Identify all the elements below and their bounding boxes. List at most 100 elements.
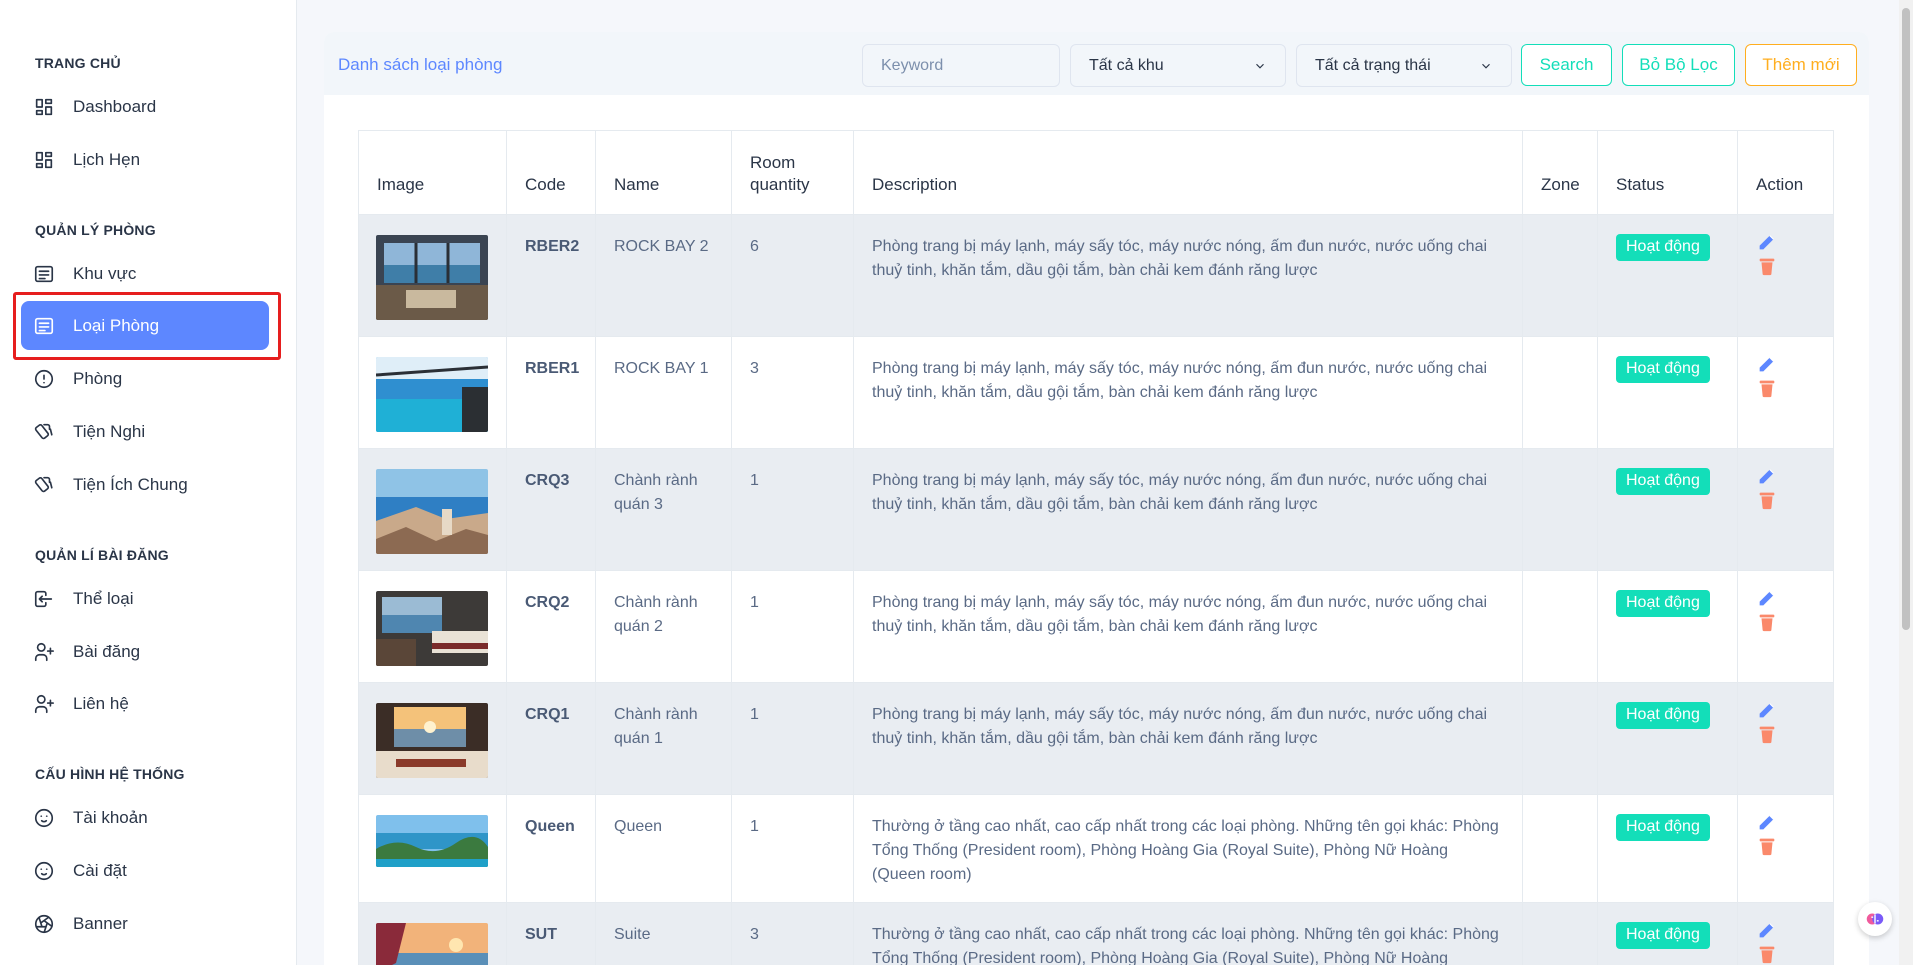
col-name: Name bbox=[595, 130, 732, 215]
chevron-down-icon bbox=[1482, 63, 1490, 69]
add-new-button[interactable]: Thêm mới bbox=[1745, 44, 1857, 86]
cell-action bbox=[1737, 336, 1834, 449]
keyword-input[interactable] bbox=[862, 44, 1060, 87]
sidebar-item-khu-vuc[interactable]: Khu vực bbox=[21, 249, 269, 298]
page-title: Danh sách loại phòng bbox=[338, 55, 503, 74]
grid-icon bbox=[33, 96, 55, 118]
cell-status: Hoạt động bbox=[1597, 682, 1738, 795]
sidebar-item-tien-nghi[interactable]: Tiện Nghi bbox=[21, 407, 269, 456]
cell-description: Phòng trang bị máy lạnh, máy sấy tóc, má… bbox=[853, 336, 1523, 449]
sidebar-item-lien-he[interactable]: Liên hệ bbox=[21, 679, 269, 728]
cell-zone bbox=[1522, 336, 1598, 449]
cell-room-quantity: 1 bbox=[731, 448, 854, 571]
sidebar-item-label: Thể loại bbox=[73, 588, 134, 608]
edit-icon[interactable] bbox=[1756, 353, 1778, 375]
edit-icon[interactable] bbox=[1756, 811, 1778, 833]
section-title-rooms: QUẢN LÝ PHÒNG bbox=[35, 222, 156, 238]
cards-icon bbox=[33, 474, 55, 496]
delete-icon[interactable] bbox=[1756, 377, 1778, 399]
scrollbar-thumb[interactable] bbox=[1902, 8, 1910, 630]
sidebar-item-loai-phong[interactable]: Loại Phòng bbox=[21, 301, 269, 350]
sidebar-item-the-loai[interactable]: Thể loại bbox=[21, 574, 269, 623]
cell-status: Hoạt động bbox=[1597, 570, 1738, 683]
zone-select[interactable]: Tất cả khu bbox=[1070, 44, 1286, 87]
edit-icon[interactable] bbox=[1756, 465, 1778, 487]
sidebar-item-cai-dat[interactable]: Cài đặt bbox=[21, 846, 269, 895]
cell-name: Chành rành quán 1 bbox=[595, 682, 732, 795]
cell-image bbox=[358, 448, 507, 571]
alert-circle-icon bbox=[33, 368, 55, 390]
status-select-value: Tất cả trạng thái bbox=[1315, 56, 1431, 74]
delete-icon[interactable] bbox=[1756, 723, 1778, 745]
col-room-quantity: Room quantity bbox=[731, 130, 854, 215]
room-thumbnail[interactable] bbox=[376, 703, 488, 778]
list-icon bbox=[33, 263, 55, 285]
cell-image bbox=[358, 214, 507, 337]
delete-icon[interactable] bbox=[1756, 611, 1778, 633]
delete-icon[interactable] bbox=[1756, 943, 1778, 965]
sidebar-item-label: Tiện Ích Chung bbox=[73, 474, 188, 494]
assistant-fab[interactable] bbox=[1858, 902, 1892, 936]
search-button[interactable]: Search bbox=[1521, 44, 1612, 86]
cell-zone bbox=[1522, 214, 1598, 337]
cell-room-quantity: 3 bbox=[731, 336, 854, 449]
cards-icon bbox=[33, 421, 55, 443]
mood-icon bbox=[33, 860, 55, 882]
cell-action bbox=[1737, 794, 1834, 903]
grid-icon bbox=[33, 149, 55, 171]
clear-filter-button[interactable]: Bỏ Bộ Lọc bbox=[1622, 44, 1735, 86]
cell-action bbox=[1737, 682, 1834, 795]
section-title-system: CẤU HÌNH HỆ THỐNG bbox=[35, 766, 185, 782]
cell-action bbox=[1737, 214, 1834, 337]
filter-toolbar: Danh sách loại phòng Tất cả khu Tất cả t… bbox=[324, 32, 1869, 95]
zone-select-value: Tất cả khu bbox=[1089, 56, 1164, 74]
brain-icon bbox=[1866, 913, 1884, 925]
status-badge: Hoạt động bbox=[1616, 234, 1710, 261]
sidebar-item-lich-hen[interactable]: Lịch Hẹn bbox=[21, 135, 269, 184]
cell-image bbox=[358, 682, 507, 795]
section-title-posts: QUẢN LÍ BÀI ĐĂNG bbox=[35, 547, 169, 563]
aperture-icon bbox=[33, 913, 55, 935]
delete-icon[interactable] bbox=[1756, 489, 1778, 511]
sidebar-item-label: Bài đăng bbox=[73, 641, 141, 661]
cell-status: Hoạt động bbox=[1597, 902, 1738, 965]
room-thumbnail[interactable] bbox=[376, 923, 488, 965]
room-thumbnail[interactable] bbox=[376, 815, 488, 867]
sidebar-item-bai-dang[interactable]: Bài đăng bbox=[21, 627, 269, 676]
sidebar-item-label: Phòng bbox=[73, 368, 123, 388]
edit-icon[interactable] bbox=[1756, 919, 1778, 941]
cell-description: Thường ở tầng cao nhất, cao cấp nhất tro… bbox=[853, 902, 1523, 965]
mood-icon bbox=[33, 807, 55, 829]
status-badge: Hoạt động bbox=[1616, 468, 1710, 495]
scrollbar[interactable] bbox=[1899, 0, 1913, 965]
room-thumbnail[interactable] bbox=[376, 469, 488, 554]
delete-icon[interactable] bbox=[1756, 255, 1778, 277]
room-thumbnail[interactable] bbox=[376, 357, 488, 432]
sidebar-item-phong[interactable]: Phòng bbox=[21, 354, 269, 403]
user-plus-icon bbox=[33, 641, 55, 663]
cell-code: CRQ3 bbox=[506, 448, 596, 571]
edit-icon[interactable] bbox=[1756, 231, 1778, 253]
cell-room-quantity: 6 bbox=[731, 214, 854, 337]
cell-room-quantity: 1 bbox=[731, 570, 854, 683]
sidebar-item-dashboard[interactable]: Dashboard bbox=[21, 82, 269, 131]
sidebar-item-label: Loại Phòng bbox=[73, 315, 160, 335]
edit-icon[interactable] bbox=[1756, 699, 1778, 721]
cell-description: Thường ở tầng cao nhất, cao cấp nhất tro… bbox=[853, 794, 1523, 903]
status-select[interactable]: Tất cả trạng thái bbox=[1296, 44, 1512, 87]
cell-code: RBER2 bbox=[506, 214, 596, 337]
room-thumbnail[interactable] bbox=[376, 591, 488, 666]
col-zone: Zone bbox=[1522, 130, 1598, 215]
sidebar-item-tien-ich-chung[interactable]: Tiện Ích Chung bbox=[21, 460, 269, 509]
cell-zone bbox=[1522, 902, 1598, 965]
delete-icon[interactable] bbox=[1756, 835, 1778, 857]
sidebar-item-banner[interactable]: Banner bbox=[21, 899, 269, 948]
table-row: RBER2 ROCK BAY 2 6 Phòng trang bị máy lạ… bbox=[358, 214, 1834, 337]
cell-name: ROCK BAY 1 bbox=[595, 336, 732, 449]
edit-icon[interactable] bbox=[1756, 587, 1778, 609]
cell-status: Hoạt động bbox=[1597, 448, 1738, 571]
user-plus-icon bbox=[33, 693, 55, 715]
sidebar-item-tai-khoan[interactable]: Tài khoản bbox=[21, 793, 269, 842]
room-thumbnail[interactable] bbox=[376, 235, 488, 320]
cell-zone bbox=[1522, 794, 1598, 903]
